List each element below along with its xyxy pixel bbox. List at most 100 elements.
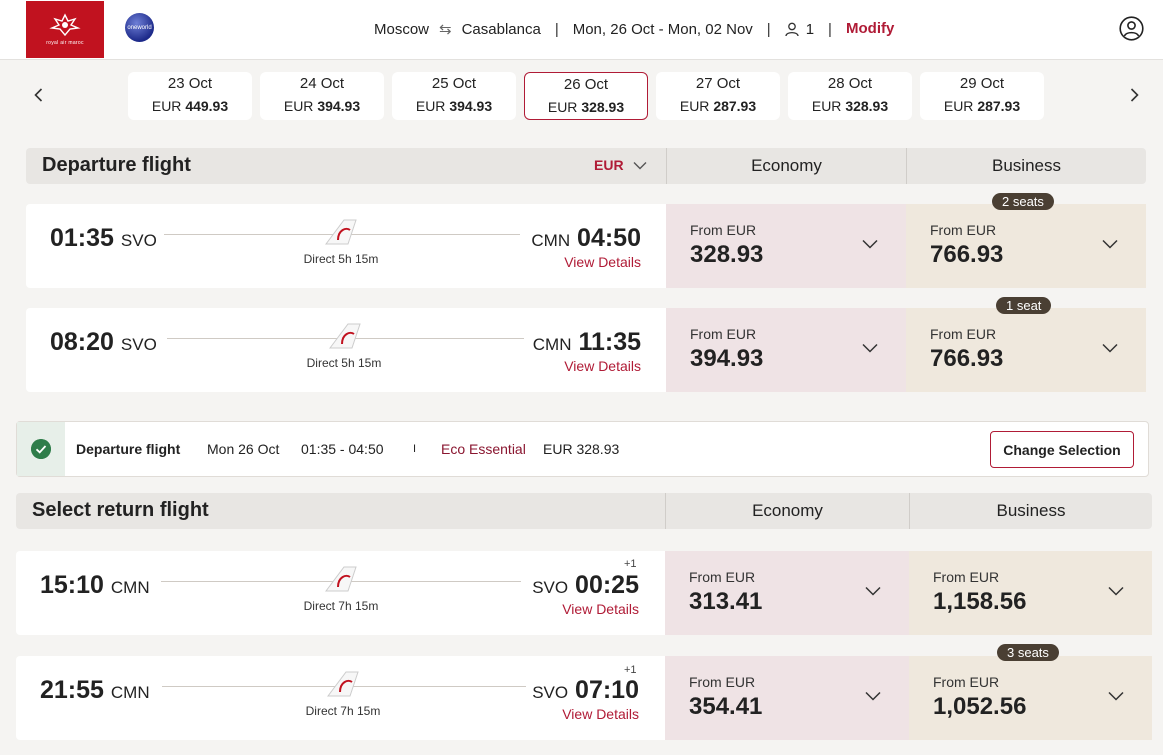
seats-left-badge: 2 seats [992, 193, 1054, 210]
economy-fare-option[interactable]: From EUR 354.41 [665, 656, 909, 740]
economy-fare-option[interactable]: From EUR 394.93 [666, 308, 906, 392]
flight-info: 15:10 CMN Direct 7h 15m +1 SVO 00:25 Vie… [16, 551, 665, 635]
date-card-price: EUR 287.93 [679, 98, 757, 114]
flight-duration: Direct 7h 15m [303, 599, 379, 613]
chevron-down-icon [865, 691, 881, 701]
divider: | [828, 20, 832, 38]
date-card[interactable]: 27 Oct EUR 287.93 [656, 72, 780, 120]
chevron-down-icon [1108, 691, 1124, 701]
date-card-price: EUR 328.93 [547, 99, 625, 115]
date-card[interactable]: 29 Oct EUR 287.93 [920, 72, 1044, 120]
view-details-link[interactable]: View Details [562, 706, 639, 722]
business-fare-option[interactable]: From EUR 1,158.56 [909, 551, 1152, 635]
view-details-link[interactable]: View Details [564, 358, 641, 374]
passenger-icon [785, 22, 799, 36]
departure-flight-row: 08:20 SVO Direct 5h 15m CMN 11:35 View D… [26, 297, 1146, 392]
chevron-down-icon [862, 239, 878, 249]
flight-info: 01:35 SVO Direct 5h 15m CMN 04:50 View D… [26, 204, 666, 288]
flight-duration: Direct 7h 15m [305, 704, 381, 718]
date-card-selected[interactable]: 26 Oct EUR 328.93 [524, 72, 648, 120]
swap-icon: ⇆ [439, 21, 452, 38]
summary-times: 01:35 - 04:50 [301, 441, 384, 457]
airline-logo-text: royal air maroc [46, 40, 84, 46]
return-flight-row: 21:55 CMN Direct 7h 15m +1 SVO 07:10 Vie… [16, 644, 1152, 740]
business-fare-option[interactable]: From EUR 766.93 [906, 204, 1146, 288]
arrival-time: CMN 04:50 [531, 224, 641, 252]
passenger-count: 1 [805, 20, 815, 38]
chevron-down-icon [1102, 239, 1118, 249]
date-card-date: 27 Oct [695, 75, 741, 92]
fare-from-label: From EUR [689, 569, 756, 585]
trip-dates: Mon, 26 Oct - Mon, 02 Nov [572, 20, 753, 38]
chevron-down-icon [633, 162, 647, 170]
airline-emblem-icon [49, 13, 81, 37]
trip-summary: Moscow ⇆ Casablanca | Mon, 26 Oct - Mon,… [374, 0, 846, 58]
fare-price: 313.41 [689, 588, 763, 615]
business-column-header: Business [909, 493, 1152, 529]
summary-divider: I [413, 443, 417, 455]
fare-price: 328.93 [690, 241, 764, 268]
selection-status [17, 422, 65, 476]
return-flight-row: 15:10 CMN Direct 7h 15m +1 SVO 00:25 Vie… [16, 551, 1152, 635]
fare-from-label: From EUR [930, 222, 997, 238]
fare-from-label: From EUR [689, 674, 756, 690]
arrival-time: SVO 07:10 [532, 676, 639, 704]
arrival-time: CMN 11:35 [532, 328, 641, 356]
modify-search-link[interactable]: Modify [846, 20, 894, 37]
date-card-price: EUR 394.93 [283, 98, 361, 114]
aircraft-tail-icon [327, 671, 359, 697]
oneworld-logo: oneworld [125, 13, 154, 42]
seats-left-badge: 1 seat [996, 297, 1052, 314]
business-fare-option[interactable]: From EUR 1,052.56 [909, 656, 1152, 740]
date-card-date: 25 Oct [431, 75, 477, 92]
business-fare-option[interactable]: From EUR 766.93 [906, 308, 1146, 392]
departure-section-header: Departure flight EUR Economy Business [26, 148, 1146, 184]
fare-price: 354.41 [689, 693, 763, 720]
fare-from-label: From EUR [933, 569, 1000, 585]
account-icon[interactable] [1119, 16, 1144, 41]
chevron-down-icon [865, 586, 881, 596]
fare-from-label: From EUR [690, 326, 757, 342]
flight-info: 21:55 CMN Direct 7h 15m +1 SVO 07:10 Vie… [16, 656, 665, 740]
date-card-price: EUR 287.93 [943, 98, 1021, 114]
next-day-indicator: +1 [624, 664, 637, 676]
economy-column-header: Economy [666, 148, 906, 184]
fare-price: 394.93 [690, 345, 764, 372]
view-details-link[interactable]: View Details [564, 254, 641, 270]
departure-time: 08:20 SVO [50, 328, 157, 356]
destination-city: Casablanca [461, 20, 541, 38]
next-dates-arrow-icon[interactable] [1125, 86, 1143, 104]
previous-dates-arrow-icon[interactable] [30, 86, 48, 104]
return-section-header: Select return flight Economy Business [16, 493, 1152, 529]
next-day-indicator: +1 [624, 558, 637, 570]
royal-air-maroc-logo[interactable]: royal air maroc [26, 1, 104, 58]
return-section-title: Select return flight [32, 499, 209, 521]
departure-section-title: Departure flight [42, 154, 191, 176]
arrival-time: SVO 00:25 [532, 571, 639, 599]
aircraft-tail-icon [325, 566, 357, 592]
selected-departure-summary: Departure flight Mon 26 Oct 01:35 - 04:5… [16, 421, 1149, 477]
fare-price: 1,052.56 [933, 693, 1027, 720]
date-card[interactable]: 23 Oct EUR 449.93 [128, 72, 252, 120]
fare-from-label: From EUR [930, 326, 997, 342]
date-card-date: 24 Oct [299, 75, 345, 92]
date-card-date: 29 Oct [959, 75, 1005, 92]
economy-fare-option[interactable]: From EUR 313.41 [665, 551, 909, 635]
view-details-link[interactable]: View Details [562, 601, 639, 617]
date-card-price: EUR 449.93 [151, 98, 229, 114]
currency-selector[interactable]: EUR [594, 157, 647, 173]
seats-left-badge: 3 seats [997, 644, 1059, 661]
date-card[interactable]: 28 Oct EUR 328.93 [788, 72, 912, 120]
change-selection-button[interactable]: Change Selection [990, 431, 1134, 468]
currency-selector-label: EUR [594, 157, 624, 173]
aircraft-tail-icon [329, 323, 361, 349]
fare-price: 766.93 [930, 241, 1004, 268]
chevron-down-icon [1102, 343, 1118, 353]
fare-price: 1,158.56 [933, 588, 1027, 615]
date-card[interactable]: 25 Oct EUR 394.93 [392, 72, 516, 120]
economy-fare-option[interactable]: From EUR 328.93 [666, 204, 906, 288]
flight-duration: Direct 5h 15m [303, 252, 379, 266]
date-card[interactable]: 24 Oct EUR 394.93 [260, 72, 384, 120]
fare-price: 766.93 [930, 345, 1004, 372]
flight-duration: Direct 5h 15m [306, 356, 382, 370]
